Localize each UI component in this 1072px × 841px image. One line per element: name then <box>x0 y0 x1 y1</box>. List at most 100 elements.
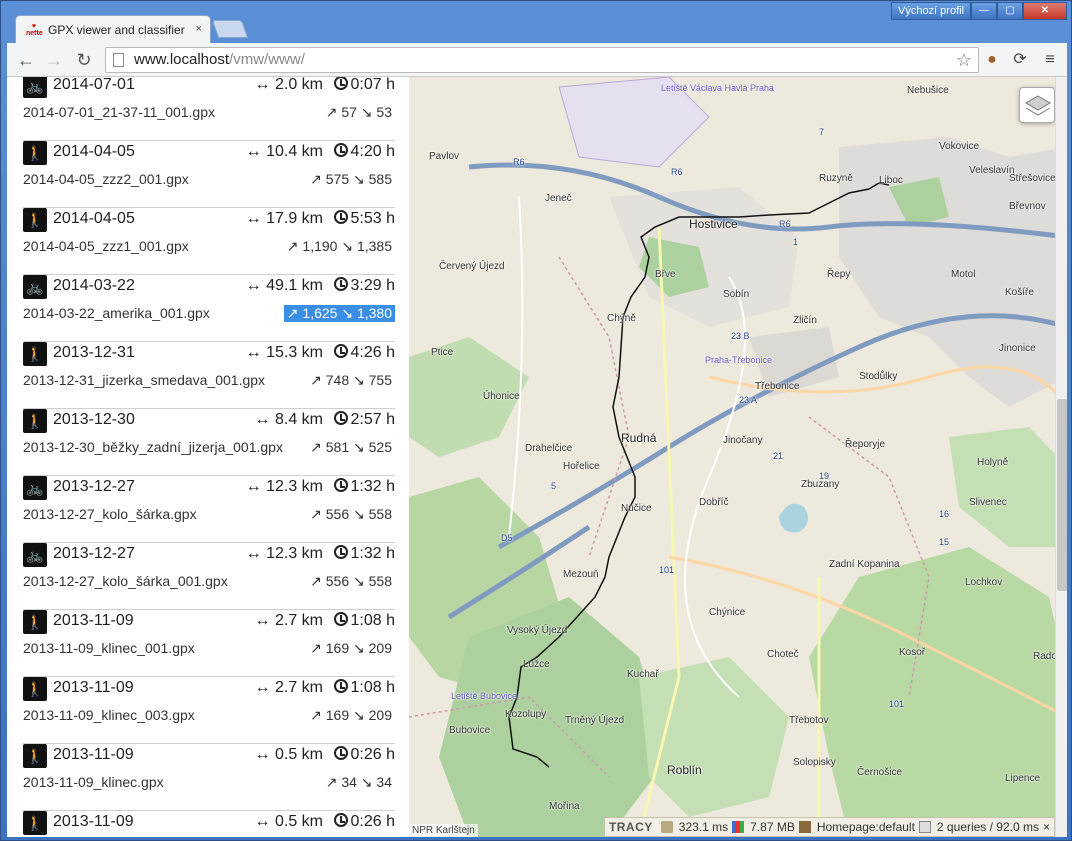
track-filename: 2013-12-30_běžky_zadní_jizerja_001.gpx <box>23 439 283 455</box>
bookmark-star-icon[interactable]: ☆ <box>956 48 972 72</box>
track-time: 2:57 h <box>350 411 395 428</box>
map-place-label: Motol <box>951 269 976 280</box>
clock-icon <box>333 210 348 224</box>
track-duration: 0:26 h <box>333 746 395 764</box>
map-place-label: Veleslavín <box>969 165 1015 176</box>
layers-icon[interactable] <box>1019 87 1055 123</box>
browser-toolbar: ← → ↻ www.localhost/vmw/www/ ☆ ● ⟳ ≡ <box>7 43 1067 77</box>
map-place-label: Letiště Václava Havla Praha <box>661 83 775 93</box>
track-row[interactable]: 🚶 2013-12-30 ↔ 8.4 km 2:57 h 2013-12-30_běžk… <box>23 409 395 476</box>
track-row[interactable]: 🚲 2014-07-01 ↔ 2.0 km 0:07 h 2014-07-01_21-3… <box>23 77 395 141</box>
track-row[interactable]: 🚶 2014-04-05 ↔ 10.4 km 4:20 h 2014-04-05_zzz… <box>23 141 395 208</box>
browser-tab[interactable]: ♥ nette GPX viewer and classifier × <box>15 15 211 43</box>
track-date: 2014-07-01 <box>53 77 135 93</box>
track-duration: 1:08 h <box>333 679 395 697</box>
track-distance: ↔ 15.3 km <box>245 344 323 361</box>
map-view[interactable]: Nebušice Vokovice Veleslavín Ruzyně Liboc Stř… <box>409 77 1067 837</box>
track-row[interactable]: 🚶 2013-11-09 ↔ 2.7 km 1:08 h 2013-11-09_klin… <box>23 677 395 744</box>
road-number-label: 15 <box>939 537 950 547</box>
track-distance: ↔ 12.3 km <box>245 545 323 562</box>
track-row[interactable]: 🚶 2014-04-05 ↔ 17.9 km 5:53 h 2014-04-05_zzz… <box>23 208 395 275</box>
track-time: 1:32 h <box>350 545 395 562</box>
road-number-label: R6 <box>671 167 683 177</box>
track-list[interactable]: 🚲 2014-07-01 ↔ 2.0 km 0:07 h 2014-07-01_21-3… <box>7 77 409 837</box>
hiker-icon: 🚶 <box>23 342 47 366</box>
forward-arrow-icon[interactable]: → <box>43 49 65 71</box>
track-elevation: ↗ 748 ↘ 755 <box>310 372 392 388</box>
clock-icon <box>333 411 348 425</box>
tab-close-icon[interactable]: × <box>196 23 202 35</box>
page-scrollbar[interactable] <box>1055 77 1067 837</box>
map-place-label: Chýnice <box>709 607 746 618</box>
tracy-route[interactable]: Homepage:default <box>817 820 915 834</box>
track-time: 1:08 h <box>350 679 395 696</box>
road-number-label: 21 <box>773 451 784 461</box>
tracy-close-icon[interactable]: × <box>1043 820 1050 834</box>
reload-icon[interactable]: ↻ <box>73 49 95 71</box>
route-icon <box>798 821 811 833</box>
profile-button[interactable]: Výchozí profil <box>891 2 971 20</box>
map-place-label: Kuchař <box>627 669 659 680</box>
minimize-button[interactable]: — <box>971 2 997 20</box>
map-place-label: Rudná <box>621 431 657 445</box>
map-place-label: Solopisky <box>793 757 836 768</box>
track-row[interactable]: 🚶 2013-12-31 ↔ 15.3 km 4:26 h 2013-12-31_jiz… <box>23 342 395 409</box>
track-row[interactable]: 🚶 2013-11-09 ↔ 0.5 km 0:26 h 2013-11-09_klin… <box>23 744 395 811</box>
map-place-label: Ptice <box>431 347 454 358</box>
tab-title: GPX viewer and classifier <box>48 22 185 37</box>
map-place-label: Lochkov <box>965 577 1003 588</box>
track-row[interactable]: 🚶 2013-11-09 ↔ 0.5 km 0:26 h <box>23 811 395 837</box>
track-duration: 3:29 h <box>333 277 395 295</box>
track-filename: 2014-04-05_zzz2_001.gpx <box>23 171 189 187</box>
cookie-extension-icon[interactable]: ● <box>981 49 1003 71</box>
track-duration: 1:32 h <box>333 478 395 496</box>
track-filename: 2013-11-09_klinec_003.gpx <box>23 707 195 723</box>
map-place-label: Mořina <box>549 801 580 812</box>
clock-icon <box>333 746 348 760</box>
hiker-icon: 🚶 <box>23 141 47 165</box>
hiker-icon: 🚶 <box>23 208 47 232</box>
new-tab-button[interactable] <box>211 20 249 38</box>
close-window-button[interactable]: ✕ <box>1023 2 1067 20</box>
clock-icon <box>333 277 348 291</box>
track-date: 2014-04-05 <box>53 210 135 227</box>
track-time: 4:20 h <box>350 143 395 160</box>
track-elevation: ↗ 581 ↘ 525 <box>310 439 392 455</box>
track-row[interactable]: 🚲 2013-12-27 ↔ 12.3 km 1:32 h 2013-12-27_kol… <box>23 476 395 543</box>
map-place-label: Hostivice <box>689 217 738 231</box>
track-filename: 2013-11-09_klinec_001.gpx <box>23 640 195 656</box>
road-number-label: 101 <box>889 699 905 709</box>
tracy-debug-bar[interactable]: TRACY 323.1 ms 7.87 MB Homepage:default … <box>603 817 1055 837</box>
road-number-label: 1 <box>793 237 799 247</box>
track-date: 2013-12-31 <box>53 344 135 361</box>
clock-icon <box>333 344 348 358</box>
track-row[interactable]: 🚲 2014-03-22 ↔ 49.1 km 3:29 h 2014-03-22_ame… <box>23 275 395 342</box>
tracy-memory: 7.87 MB <box>750 820 795 834</box>
clock-icon <box>333 545 348 559</box>
maximize-button[interactable]: ▢ <box>997 2 1023 20</box>
track-duration: 4:26 h <box>333 344 395 362</box>
track-date: 2014-03-22 <box>53 277 135 294</box>
hiker-icon: 🚶 <box>23 677 47 701</box>
clock-icon <box>333 77 348 90</box>
map-place-label: Košíře <box>1005 287 1034 298</box>
track-row[interactable]: 🚶 2013-11-09 ↔ 2.7 km 1:08 h 2013-11-09_klin… <box>23 610 395 677</box>
hiker-icon: 🚶 <box>23 610 47 634</box>
tracy-queries[interactable]: 2 queries / 92.0 ms <box>937 820 1039 834</box>
track-time: 1:32 h <box>350 478 395 495</box>
scrollbar-thumb[interactable] <box>1057 399 1067 591</box>
road-number-label: 5 <box>551 481 557 491</box>
back-arrow-icon[interactable]: ← <box>15 49 37 71</box>
track-time: 4:26 h <box>350 344 395 361</box>
menu-icon[interactable]: ≡ <box>1039 49 1061 71</box>
map-place-label: Kozolupy <box>505 709 547 720</box>
address-bar[interactable]: www.localhost/vmw/www/ ☆ <box>105 47 979 73</box>
map-place-label: Kosoř <box>899 647 926 658</box>
map-place-label: Bubovice <box>449 725 491 736</box>
track-row[interactable]: 🚲 2013-12-27 ↔ 12.3 km 1:32 h 2013-12-27_kol… <box>23 543 395 610</box>
clock-icon <box>333 679 348 693</box>
track-elevation: ↗ 1,625 ↘ 1,380 <box>283 305 395 322</box>
browser-window: ♥ nette GPX viewer and classifier × Výcho… <box>0 0 1072 841</box>
sync-extension-icon[interactable]: ⟳ <box>1009 49 1031 71</box>
track-distance: ↔ 17.9 km <box>245 210 323 227</box>
